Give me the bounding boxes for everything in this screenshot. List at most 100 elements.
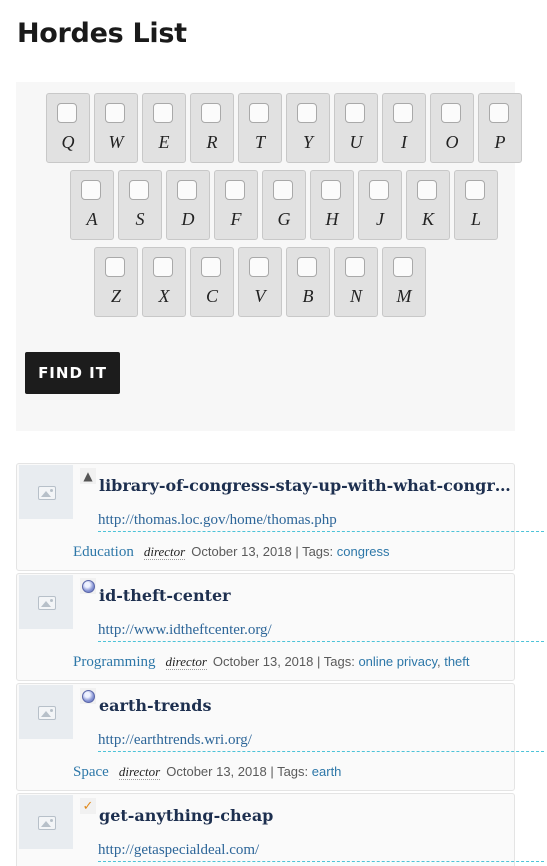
entry-url-link[interactable]: http://earthtrends.wri.org/ xyxy=(98,732,544,752)
letter-key-b[interactable]: B xyxy=(286,247,330,317)
entry-category-link[interactable]: Programming xyxy=(73,654,156,670)
letter-checkbox[interactable] xyxy=(489,103,509,123)
letter-checkbox[interactable] xyxy=(345,257,365,277)
letter-checkbox[interactable] xyxy=(249,103,269,123)
letter-key-r[interactable]: R xyxy=(190,93,234,163)
entry-author-link[interactable]: director xyxy=(143,544,186,560)
letter-key-q[interactable]: Q xyxy=(46,93,90,163)
letter-label: G xyxy=(277,209,291,229)
letter-label: O xyxy=(445,132,459,152)
letter-checkbox[interactable] xyxy=(321,180,341,200)
entry-title-link[interactable]: earth-trends xyxy=(99,696,513,715)
letter-label: R xyxy=(206,132,218,152)
tags-label: Tags: xyxy=(323,654,355,669)
letter-label: B xyxy=(302,286,314,306)
tag-link[interactable]: theft xyxy=(444,654,469,669)
tag-link[interactable]: earth xyxy=(312,764,342,779)
letter-checkbox[interactable] xyxy=(105,103,125,123)
image-placeholder-icon xyxy=(38,596,56,610)
letter-key-f[interactable]: F xyxy=(214,170,258,240)
tags-label: Tags: xyxy=(277,764,309,779)
letter-checkbox[interactable] xyxy=(441,103,461,123)
letter-key-w[interactable]: W xyxy=(94,93,138,163)
thumbnail-placeholder[interactable] xyxy=(19,465,73,519)
letter-checkbox[interactable] xyxy=(201,103,221,123)
letter-checkbox[interactable] xyxy=(369,180,389,200)
entry-category-link[interactable]: Education xyxy=(73,544,134,560)
find-it-button[interactable]: FIND IT xyxy=(25,352,120,394)
letter-label: N xyxy=(349,286,362,306)
letter-key-m[interactable]: M xyxy=(382,247,426,317)
tag-link[interactable]: online privacy xyxy=(358,654,437,669)
letter-checkbox[interactable] xyxy=(249,257,269,277)
letter-label: E xyxy=(158,132,170,152)
letter-checkbox[interactable] xyxy=(345,103,365,123)
letter-key-e[interactable]: E xyxy=(142,93,186,163)
letter-key-t[interactable]: T xyxy=(238,93,282,163)
letter-checkbox[interactable] xyxy=(153,257,173,277)
letter-key-x[interactable]: X xyxy=(142,247,186,317)
letter-checkbox[interactable] xyxy=(465,180,485,200)
letter-key-o[interactable]: O xyxy=(430,93,474,163)
entry-title-link[interactable]: get-anything-cheap xyxy=(99,806,513,825)
thumbnail-placeholder[interactable] xyxy=(19,575,73,629)
letter-label: J xyxy=(376,209,384,229)
letter-checkbox[interactable] xyxy=(225,180,245,200)
letter-key-g[interactable]: G xyxy=(262,170,306,240)
letter-key-n[interactable]: N xyxy=(334,247,378,317)
letter-checkbox[interactable] xyxy=(273,180,293,200)
page-title: Hordes List xyxy=(17,18,187,49)
thumbnail-placeholder[interactable] xyxy=(19,685,73,739)
letter-checkbox[interactable] xyxy=(393,257,413,277)
letter-checkbox[interactable] xyxy=(81,180,101,200)
entry-url-link[interactable]: http://www.idtheftcenter.org/ xyxy=(98,622,544,642)
letter-label: K xyxy=(421,209,434,229)
image-placeholder-icon xyxy=(38,486,56,500)
letter-checkbox[interactable] xyxy=(129,180,149,200)
letter-checkbox[interactable] xyxy=(57,103,77,123)
letter-key-a[interactable]: A xyxy=(70,170,114,240)
globe-icon xyxy=(80,688,96,704)
entry-author-link[interactable]: director xyxy=(165,654,207,670)
entry-category-link[interactable]: Space xyxy=(73,764,109,780)
letter-checkbox[interactable] xyxy=(417,180,437,200)
letter-key-j[interactable]: J xyxy=(358,170,402,240)
tag-link[interactable]: congress xyxy=(337,544,390,559)
letter-label: H xyxy=(325,209,339,229)
letter-checkbox[interactable] xyxy=(177,180,197,200)
entry-author-link[interactable]: director xyxy=(118,764,161,780)
entry-url-link[interactable]: http://thomas.loc.gov/home/thomas.php xyxy=(98,512,544,532)
entry-title-link[interactable]: id-theft-center xyxy=(99,586,513,605)
letter-key-l[interactable]: L xyxy=(454,170,498,240)
letter-checkbox[interactable] xyxy=(297,257,317,277)
letter-key-d[interactable]: D xyxy=(166,170,210,240)
checkmark-icon: ✓ xyxy=(80,798,96,814)
letter-key-i[interactable]: I xyxy=(382,93,426,163)
entry-meta: Space director October 13, 2018 | Tags: ea… xyxy=(73,764,342,780)
letter-key-h[interactable]: H xyxy=(310,170,354,240)
letter-checkbox[interactable] xyxy=(393,103,413,123)
entry-url-link[interactable]: http://getaspecialdeal.com/ xyxy=(98,842,544,862)
letter-key-s[interactable]: S xyxy=(118,170,162,240)
link-entry-card: earth-trends http://earthtrends.wri.org/S… xyxy=(16,683,544,791)
letter-key-k[interactable]: K xyxy=(406,170,450,240)
letter-key-v[interactable]: V xyxy=(238,247,282,317)
letter-key-y[interactable]: Y xyxy=(286,93,330,163)
letter-checkbox[interactable] xyxy=(201,257,221,277)
image-placeholder-icon xyxy=(38,816,56,830)
letter-label: Z xyxy=(110,286,121,306)
image-placeholder-icon xyxy=(38,706,56,720)
letter-key-u[interactable]: U xyxy=(334,93,378,163)
letter-checkbox[interactable] xyxy=(105,257,125,277)
letter-label: D xyxy=(181,209,195,229)
letter-key-c[interactable]: C xyxy=(190,247,234,317)
entry-date: October 13, 2018 xyxy=(212,654,314,669)
keyboard-row: QWE RTYUIOP xyxy=(46,93,526,163)
letter-checkbox[interactable] xyxy=(153,103,173,123)
letter-key-z[interactable]: Z xyxy=(94,247,138,317)
thumbnail-placeholder[interactable] xyxy=(19,795,73,849)
entry-title-link[interactable]: library-of-congress-stay-up-with-what-co… xyxy=(99,476,513,495)
letter-label: X xyxy=(158,286,170,306)
letter-checkbox[interactable] xyxy=(297,103,317,123)
letter-key-p[interactable]: P xyxy=(478,93,522,163)
